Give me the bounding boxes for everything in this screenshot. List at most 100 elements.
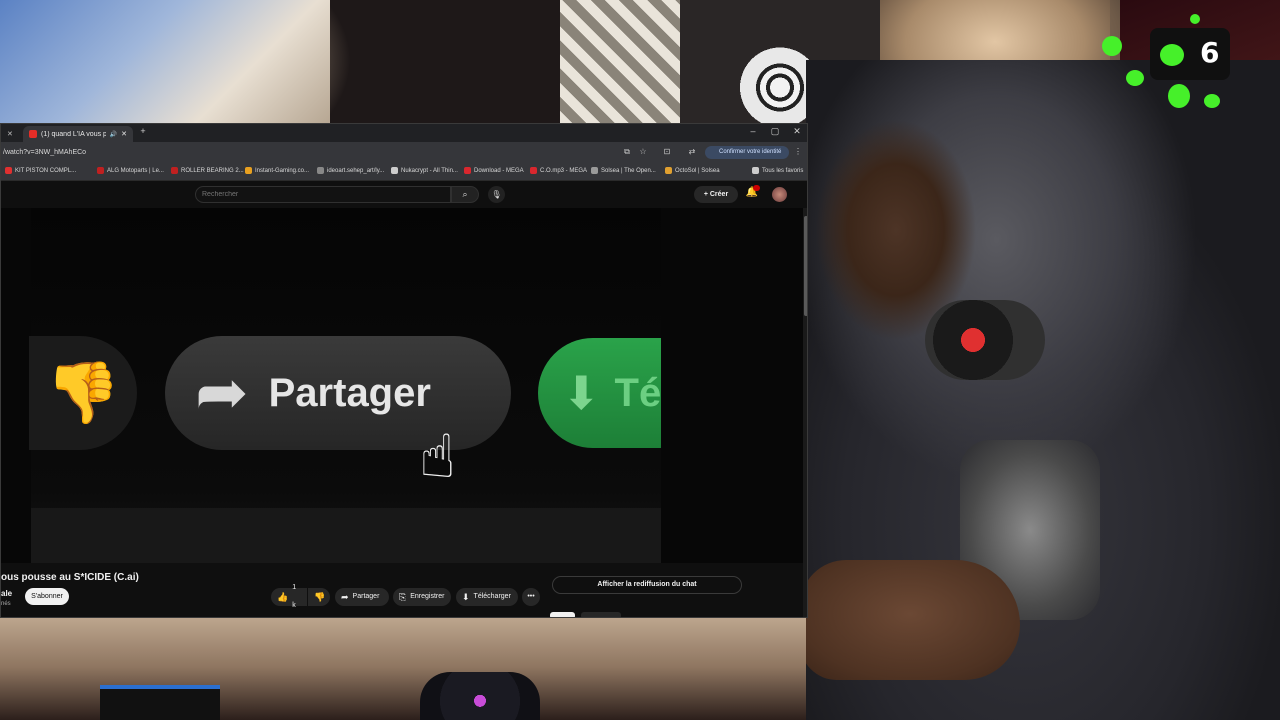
chat-replay-button[interactable]: Afficher la rediffusion du chat (552, 576, 742, 594)
zoomed-download-button: ⬇ Té (538, 338, 661, 448)
avatar[interactable] (772, 187, 787, 202)
thumbs-down-icon: 👎 (314, 592, 326, 602)
browser-titlebar: ✕ (1) quand L'IA vous pousse 🔊 ✕ + – ▢ ✕ (1, 124, 807, 142)
more-actions-button[interactable]: ••• (522, 588, 540, 606)
video-title: ous pousse au S*ICIDE (C.ai) (1, 572, 139, 583)
youtube-header: ⌕ 🎙 + Créer 🔔 (1, 182, 807, 208)
heart-icon (1102, 36, 1122, 56)
share-arrow-icon: ➦ (195, 356, 249, 430)
bookmark-favicon-icon (5, 167, 12, 174)
bookmark-label: ALG Motoparts | Le... (107, 167, 164, 174)
video-player[interactable]: 👎 ➦ Partager ⬇ Té ☝ (1, 208, 803, 563)
like-button[interactable]: 👍 1 k (271, 584, 307, 609)
close-window-button[interactable]: ✕ (787, 126, 807, 137)
save-label: Enregistrer (410, 593, 445, 600)
menu-dots-icon[interactable]: ⋮ (793, 147, 803, 157)
bookmark-favicon-icon (317, 167, 324, 174)
channel-subscribers: nés (1, 601, 11, 607)
bookmark-item[interactable]: OctoSol | Solsea (665, 167, 720, 174)
like-count: 1 k (292, 584, 297, 609)
speaker-icon[interactable]: 🔊 (110, 131, 117, 138)
browser-window: ✕ (1) quand L'IA vous pousse 🔊 ✕ + – ▢ ✕… (0, 123, 808, 618)
notification-badge (753, 185, 760, 191)
channel-name[interactable]: ale (1, 589, 12, 598)
download-label: Télécharger (473, 593, 511, 600)
maximize-button[interactable]: ▢ (765, 126, 785, 137)
streamer-hand (800, 560, 1020, 680)
bookmark-item[interactable]: Solsea | The Open... (591, 167, 656, 174)
bookmark-item[interactable]: C.O.mp3 - MEGA (530, 167, 587, 174)
bookmark-label: ideoart.sehep_art/ly... (327, 167, 385, 174)
bookmark-label: Solsea | The Open... (601, 167, 656, 174)
scrollbar-thumb[interactable] (804, 216, 807, 316)
hand-cursor-icon: ☝ (419, 422, 456, 492)
bookmark-favicon-icon (245, 167, 252, 174)
painting-poster (0, 0, 330, 125)
heart-icon (1190, 14, 1200, 24)
thumbs-up-icon: 👍 (277, 592, 289, 602)
share-button[interactable]: ➦ Partager (335, 588, 389, 606)
address-bar[interactable]: /watch?v=3NW_hMAhECo (1, 146, 641, 160)
subscribe-button[interactable]: S'abonner (25, 588, 69, 605)
bookmark-favicon-icon (391, 167, 398, 174)
bookmark-label: KIT PISTON COMPL... (15, 167, 77, 174)
folder-icon (752, 167, 759, 174)
bookmark-favicon-icon (97, 167, 104, 174)
bookmark-item[interactable]: Instant-Gaming.co... (245, 167, 309, 174)
dislike-button[interactable]: 👎 (308, 588, 330, 606)
translate-icon[interactable]: ⇄ (687, 147, 697, 157)
search-input[interactable] (195, 186, 451, 203)
bookmark-label: Download - MEGA (474, 167, 524, 174)
heart-icon (1126, 70, 1144, 86)
bookmark-item[interactable]: Tous les favoris (752, 167, 803, 174)
counter-number: 6 (1200, 36, 1220, 69)
microphone-icon[interactable]: 🎙 (488, 186, 505, 203)
gaming-mouse (420, 672, 540, 720)
bookmark-star-icon[interactable]: ☆ (638, 147, 648, 157)
bookmarks-bar: KIT PISTON COMPL... ALG Motoparts | Le..… (1, 164, 807, 181)
zoomed-share-label: Partager (268, 370, 431, 415)
video-bottom-strip (31, 508, 661, 563)
bookmark-favicon-icon (665, 167, 672, 174)
stream-scene: 6 ✕ (1) quand L'IA vous pousse 🔊 ✕ + – ▢… (0, 0, 1280, 720)
bookmark-item[interactable]: Download - MEGA (464, 167, 524, 174)
bookmark-item[interactable]: ideoart.sehep_art/ly... (317, 167, 384, 174)
bookmark-label: ROLLER BEARING 2... (181, 167, 244, 174)
search-icon[interactable]: ⌕ (451, 186, 479, 203)
install-icon[interactable]: ⧉ (622, 147, 632, 157)
bookmark-icon: ⎘ (399, 592, 407, 602)
zoomed-download-label: Té (614, 370, 661, 415)
minimize-button[interactable]: – (743, 126, 763, 136)
heart-icon (1204, 94, 1220, 108)
filter-chip[interactable] (550, 612, 575, 617)
download-icon: ⬇ (462, 592, 470, 602)
filter-chip[interactable] (581, 612, 621, 617)
create-button[interactable]: + Créer (694, 186, 738, 203)
keyboard (100, 685, 220, 720)
youtube-favicon-icon (29, 130, 37, 138)
address-bar-row: /watch?v=3NW_hMAhECo ⧉ ☆ ⊡ ⇄ Confirmer v… (1, 142, 807, 164)
bookmark-item[interactable]: ROLLER BEARING 2... (171, 167, 244, 174)
bookmark-item[interactable]: Nukacrypt - All Thin... (391, 167, 458, 174)
heart-icon (1160, 44, 1184, 66)
bookmark-item[interactable]: KIT PISTON COMPL... (5, 167, 76, 174)
download-button[interactable]: ⬇ Télécharger (456, 588, 518, 606)
tab-active[interactable]: (1) quand L'IA vous pousse 🔊 ✕ (23, 126, 133, 142)
close-icon[interactable]: ✕ (121, 130, 127, 138)
bookmark-favicon-icon (464, 167, 471, 174)
create-label: Créer (709, 191, 729, 198)
verify-identity-button[interactable]: Confirmer votre identité (705, 146, 789, 159)
bookmark-label: Nukacrypt - All Thin... (401, 167, 458, 174)
extensions-icon[interactable]: ⊡ (662, 147, 672, 157)
bookmark-label: OctoSol | Solsea (675, 167, 720, 174)
tab-title: (1) quand L'IA vous pousse (41, 130, 106, 138)
bookmark-label: Tous les favoris (762, 167, 804, 174)
save-button[interactable]: ⎘ Enregistrer (393, 588, 451, 606)
new-tab-button[interactable]: + (133, 126, 153, 136)
download-arrow-icon: ⬇ (562, 367, 601, 419)
headphones (925, 300, 1045, 380)
close-icon[interactable]: ✕ (7, 130, 15, 138)
bookmark-label: Instant-Gaming.co... (255, 167, 310, 174)
bookmark-item[interactable]: ALG Motoparts | Le... (97, 167, 164, 174)
tab-inactive[interactable]: ✕ (1, 126, 21, 142)
